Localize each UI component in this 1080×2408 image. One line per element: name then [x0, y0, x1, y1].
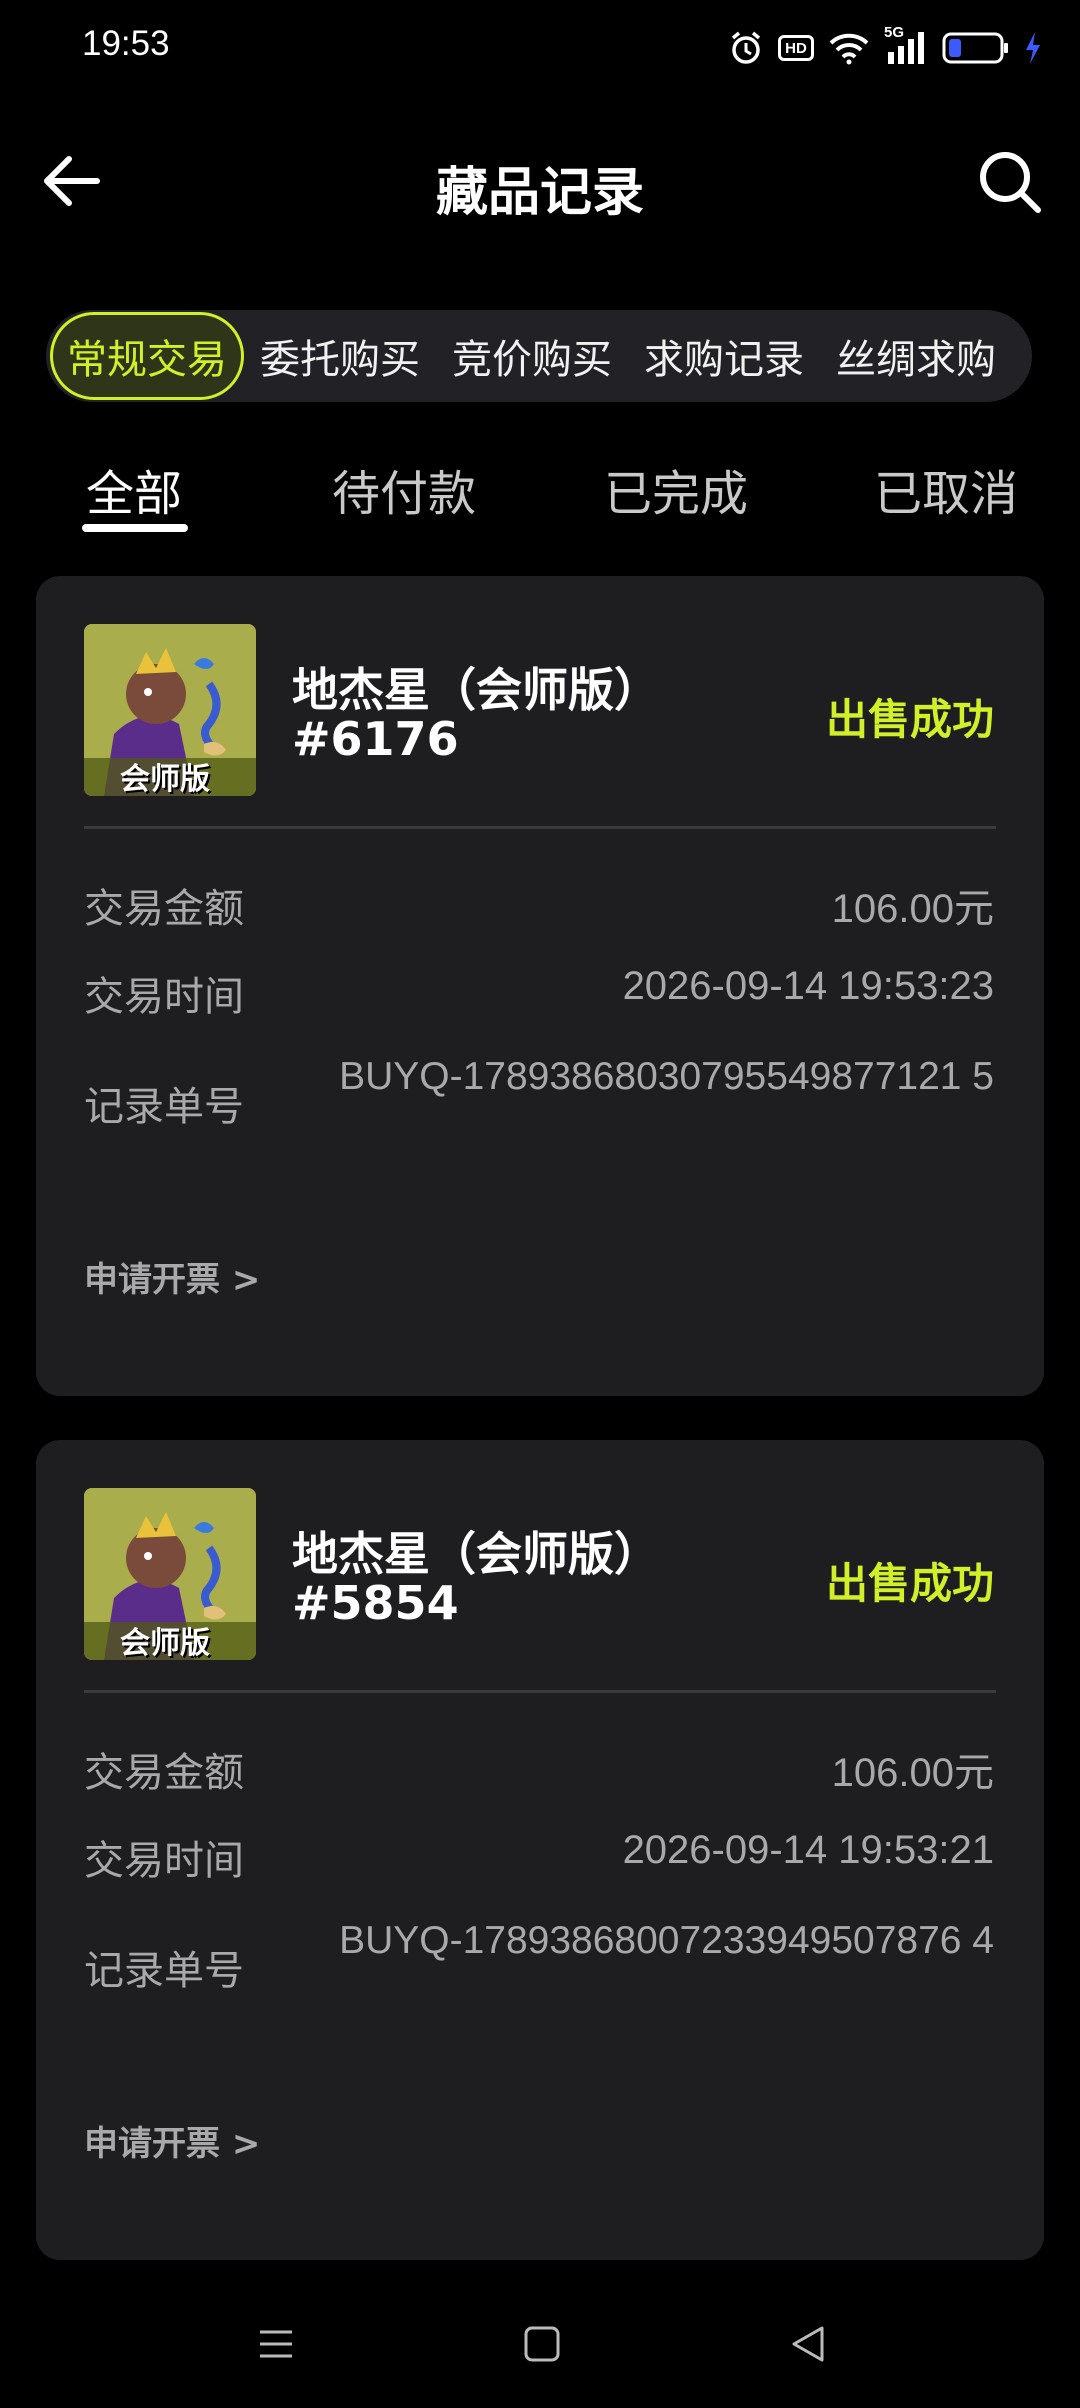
back-nav-button[interactable]: [778, 2314, 838, 2374]
thumbnail-caption: 会师版: [120, 1626, 210, 1660]
order-no-label: 记录单号: [84, 1948, 244, 1994]
status-bar: 19:53 HD 5G: [0, 0, 1080, 96]
order-no-value: BUYQ-17893868030795549877121 5: [339, 1055, 994, 1098]
status-icons: HD 5G: [728, 24, 1042, 70]
wifi-icon: [828, 31, 870, 65]
hd-icon: HD: [778, 35, 814, 61]
divider: [84, 826, 996, 829]
alarm-icon: [728, 30, 764, 66]
battery-icon: [942, 31, 1010, 65]
time-label: 交易时间: [84, 1838, 244, 1884]
time-value: 2026-09-14 19:53:21: [622, 1828, 994, 1872]
time-value: 2026-09-14 19:53:23: [622, 964, 994, 1008]
header: 藏品记录: [0, 120, 1080, 240]
apply-invoice-link[interactable]: 申请开票 >: [84, 2116, 260, 2165]
status-badge: 出售成功: [825, 695, 994, 744]
category-tab-auction[interactable]: 竞价购买: [436, 312, 628, 400]
divider: [84, 1690, 996, 1693]
signal-icon: 5G: [884, 24, 928, 66]
page-title: 藏品记录: [435, 163, 644, 223]
home-square-icon: [524, 2326, 560, 2362]
filter-tab-all[interactable]: 全部: [86, 454, 182, 524]
item-name: 地杰星（会师版）: [292, 1527, 660, 1581]
time-label: 交易时间: [84, 974, 244, 1020]
home-button[interactable]: [512, 2314, 572, 2374]
filter-tab-cancelled[interactable]: 已取消: [874, 454, 1018, 524]
menu-icon: [260, 2330, 292, 2358]
category-tabs: 常规交易 委托购买 竞价购买 求购记录 丝绸求购: [46, 310, 1032, 402]
active-tab-indicator: [82, 524, 188, 532]
item-serial: #6176: [292, 712, 459, 766]
amount-label: 交易金额: [84, 1750, 244, 1796]
record-card[interactable]: 会师版 地杰星（会师版） #5854 出售成功 交易金额 106.00元 交易时…: [36, 1440, 1044, 2260]
search-icon: [980, 152, 1041, 213]
thumbnail-caption: 会师版: [120, 762, 210, 796]
collectible-thumbnail: 会师版: [84, 1488, 256, 1660]
category-tab-regular[interactable]: 常规交易: [50, 312, 244, 400]
item-name: 地杰星（会师版）: [292, 663, 660, 717]
filter-tabs: 全部 待付款 已完成 已取消: [0, 440, 1080, 540]
status-time: 19:53: [82, 24, 170, 63]
menu-button[interactable]: [246, 2314, 306, 2374]
apply-invoice-link[interactable]: 申请开票 >: [84, 1252, 260, 1301]
record-card[interactable]: 会师版 地杰星（会师版） #6176 出售成功 交易金额 106.00元 交易时…: [36, 576, 1044, 1396]
charging-icon: [1024, 31, 1042, 65]
filter-tab-completed[interactable]: 已完成: [604, 454, 748, 524]
system-nav-bar: [0, 2290, 1080, 2390]
amount-value: 106.00元: [831, 887, 994, 931]
status-badge: 出售成功: [825, 1559, 994, 1608]
category-tab-entrusted[interactable]: 委托购买: [244, 312, 436, 400]
network-type: 5G: [884, 24, 905, 41]
amount-label: 交易金额: [84, 886, 244, 932]
order-no-label: 记录单号: [84, 1084, 244, 1130]
category-tab-silk[interactable]: 丝绸求购: [820, 312, 1012, 400]
order-no-value: BUYQ-17893868007233949507876 4: [339, 1919, 994, 1962]
filter-tab-pending[interactable]: 待付款: [332, 454, 476, 524]
category-tab-wanted[interactable]: 求购记录: [628, 312, 820, 400]
collectible-thumbnail: 会师版: [84, 624, 256, 796]
item-serial: #5854: [292, 1576, 459, 1630]
back-triangle-icon: [792, 2326, 824, 2362]
amount-value: 106.00元: [831, 1751, 994, 1795]
search-button[interactable]: [972, 144, 1048, 220]
